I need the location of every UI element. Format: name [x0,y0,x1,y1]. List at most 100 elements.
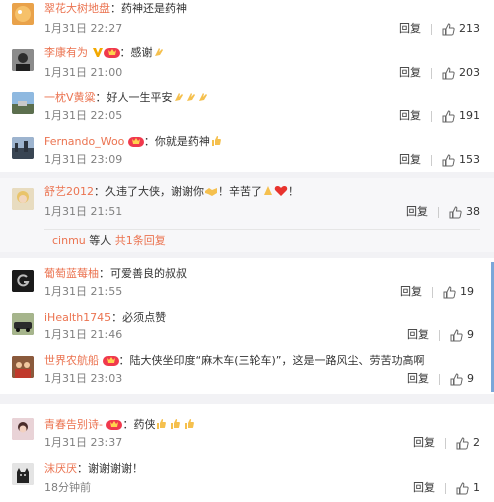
comment-separator: ： [111,311,123,324]
comment-author[interactable]: 翠花大树地盘 [44,2,110,15]
comment-separator: ： [110,2,121,15]
comment-content: 青春告别诗- ：药侠 [44,418,197,432]
like-button[interactable]: 153 [442,153,480,167]
comment-time: 1月31日 23:09 [44,153,123,166]
comment-author[interactable]: Fernando_Woo [44,135,124,148]
comment-author[interactable]: iHealth1745 [44,311,111,324]
crown-badge-icon [103,48,120,58]
thumbs-up-icon [456,436,469,449]
comment-separator: ： [77,462,88,475]
comment-time: 1月31日 21:46 [44,328,123,341]
thumbs-up-icon [443,285,456,298]
reply-button[interactable]: 回复 [399,22,421,36]
reply-button[interactable]: 回复 [413,481,435,495]
reply-button[interactable]: 回复 [399,66,421,80]
like-count: 1 [473,481,480,494]
reply-user[interactable]: cinmu [52,234,86,247]
more-replies-link[interactable]: 共1条回复 [115,234,166,247]
reply-button[interactable]: 回复 [406,205,428,219]
comment-content: Fernando_Woo ：你就是药神 [44,135,222,149]
avatar[interactable] [12,49,34,71]
comment-content: 翠花大树地盘：药神还是药神 [44,2,187,16]
handshake-emoji-icon [205,188,217,196]
like-button[interactable]: 9 [450,372,474,386]
comment-text: ！辛苦了 [218,185,262,198]
like-button[interactable]: 203 [442,66,480,80]
comment-actions: 回复 38 [406,205,480,219]
thumbs-up-icon [456,481,469,494]
comment-author[interactable]: 葡萄蓝莓柚 [44,267,99,280]
comment-text: 感谢 [130,46,153,59]
comment-author[interactable]: 一枕V黄粱 [44,91,96,104]
heart-emoji-icon [274,186,288,196]
comment-time: 1月31日 21:51 [44,205,123,218]
comment-text: 谢谢谢谢！ [88,462,143,475]
like-button[interactable]: 2 [456,436,480,450]
avatar[interactable] [12,313,34,335]
comment-actions: 回复 19 [400,285,474,299]
comment-author[interactable]: 李康有为 [44,46,88,59]
avatar[interactable] [12,356,34,378]
crown-badge-icon [127,137,144,147]
like-button[interactable]: 1 [456,481,480,495]
like-count: 9 [467,372,474,385]
comment-content: 沫厌厌：谢谢谢谢！ [44,462,143,476]
avatar[interactable] [12,137,34,159]
comment-actions: 回复 1 [413,481,480,495]
divider [445,437,446,449]
crown-badge-icon [102,356,119,366]
reply-button[interactable]: 回复 [399,109,421,123]
avatar[interactable] [12,92,34,114]
reply-button[interactable]: 回复 [407,372,429,386]
comment-actions: 回复 191 [399,109,480,123]
comment-actions: 回复 213 [399,22,480,36]
comment-actions: 回复 9 [407,372,474,386]
reply-button[interactable]: 回复 [400,285,422,299]
divider [431,154,432,166]
comment-time: 1月31日 22:05 [44,109,123,122]
avatar[interactable] [12,463,34,485]
comment-author[interactable]: 青春告别诗- [44,418,103,431]
comment-text: ！ [288,185,299,198]
avatar[interactable] [12,188,34,210]
thumbs-up-icon [442,22,455,35]
thumbs-up-icon [450,372,463,385]
comment-text: 久违了大侠，谢谢你 [105,185,204,198]
like-count: 203 [459,66,480,79]
comment-content: 葡萄蓝莓柚：可爱善良的叔叔 [44,267,187,281]
comment-separator: ： [122,418,134,431]
comment-time: 1月31日 23:03 [44,372,123,385]
divider [439,373,440,385]
avatar[interactable] [12,270,34,292]
comment-time: 1月31日 22:27 [44,22,123,35]
pray-emoji-icon [264,186,272,195]
more-replies[interactable]: cinmu 等人 共1条回复 [44,229,480,249]
thumbs-up-emoji-icon [157,419,195,429]
comment-author[interactable]: 沫厌厌 [44,462,77,475]
comment-separator: ： [95,91,107,104]
thumbs-up-emoji-icon [211,136,221,146]
like-count: 153 [459,153,480,166]
like-button[interactable]: 38 [449,205,480,219]
comment-separator: ： [99,267,110,280]
comment-content: 舒艺2012：久违了大侠，谢谢你 ！辛苦了 ！ [44,185,299,199]
like-button[interactable]: 19 [443,285,474,299]
reply-button[interactable]: 回复 [399,153,421,167]
comment-actions: 回复 203 [399,66,480,80]
reply-button[interactable]: 回复 [413,436,435,450]
avatar[interactable] [12,418,34,440]
like-button[interactable]: 213 [442,22,480,36]
comment-text: 陆大侠坐印度“麻木车(三轮车)”，这是一路风尘、劳苦功高啊 [129,354,425,367]
comment-author[interactable]: 世界农航船 [44,354,99,367]
crown-badge-icon [106,420,123,430]
avatar[interactable] [12,3,34,25]
comment-time: 1月31日 23:37 [44,436,123,449]
comment-text: 可爱善良的叔叔 [110,267,187,280]
reply-button[interactable]: 回复 [407,328,429,342]
like-button[interactable]: 9 [450,328,474,342]
like-count: 9 [467,328,474,341]
comment-author[interactable]: 舒艺2012 [44,185,94,198]
comment-content: iHealth1745：必须点赞 [44,311,166,325]
comment-text: 药侠 [133,418,156,431]
like-button[interactable]: 191 [442,109,480,123]
